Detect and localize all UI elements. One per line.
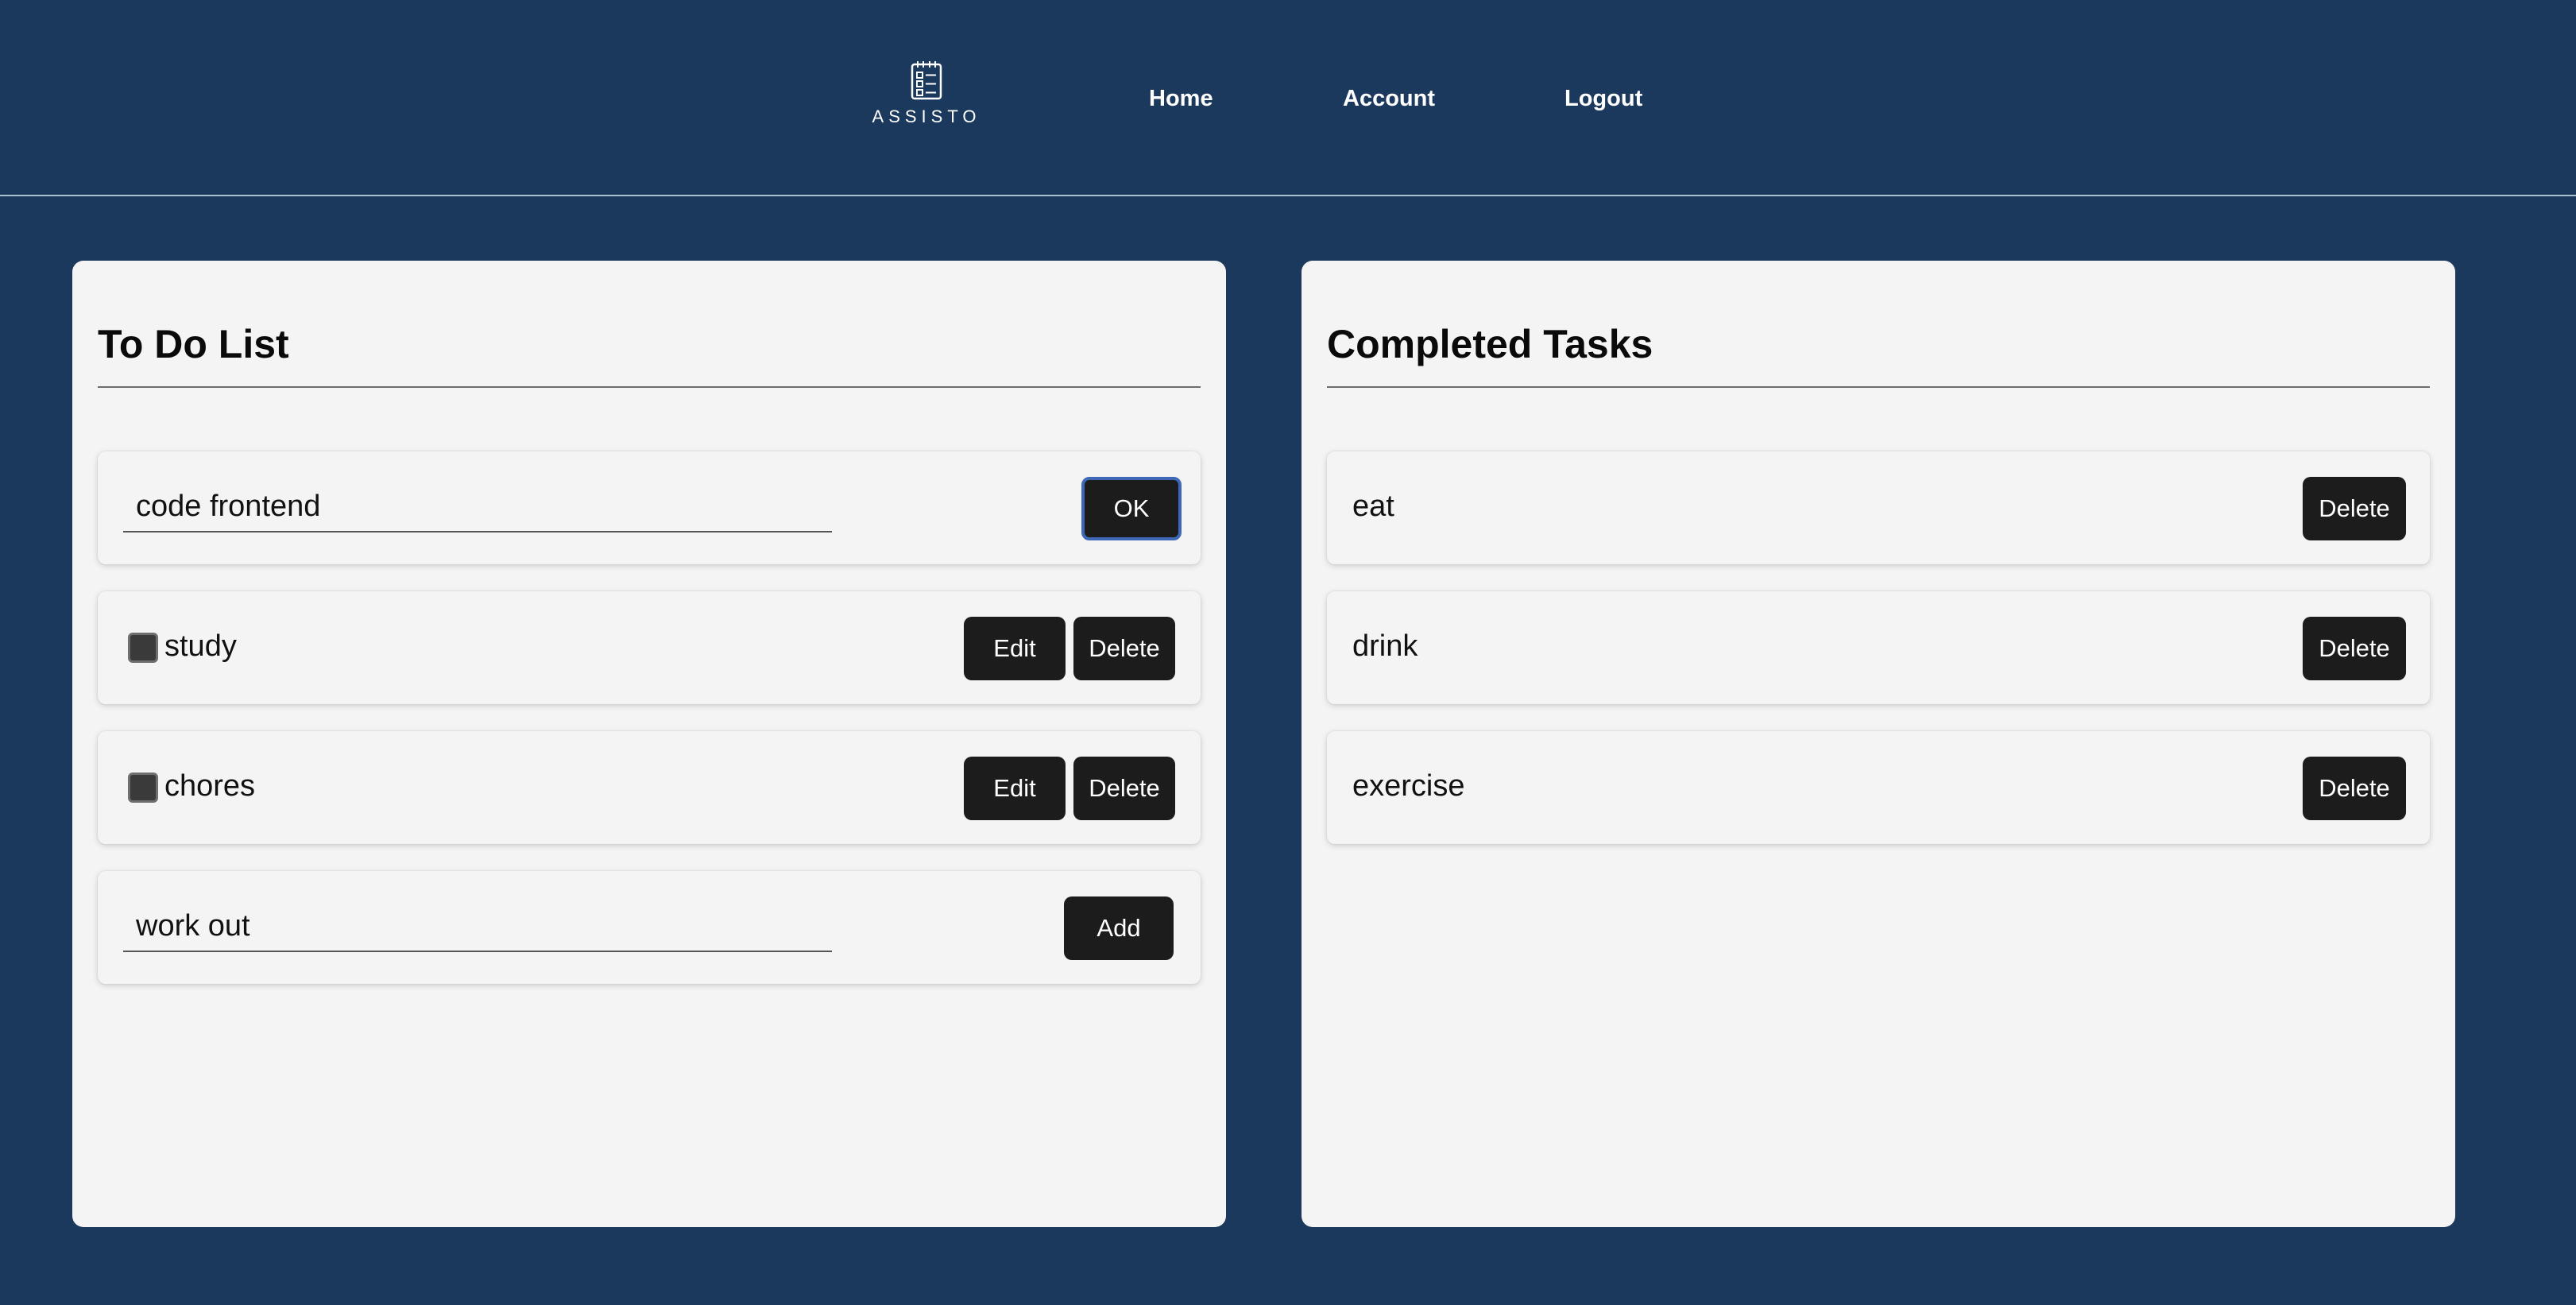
- delete-button[interactable]: Delete: [1073, 757, 1175, 820]
- task-edit-row: OK: [98, 451, 1201, 564]
- nav-account-link[interactable]: Account: [1343, 86, 1435, 112]
- app-logo[interactable]: ASSISTO: [871, 60, 982, 127]
- nav-logout-link[interactable]: Logout: [1565, 86, 1642, 112]
- task-row: study Edit Delete: [98, 591, 1201, 704]
- delete-button[interactable]: Delete: [1073, 617, 1175, 680]
- completed-task-label: exercise: [1352, 769, 1465, 803]
- delete-button[interactable]: Delete: [2303, 477, 2406, 540]
- edit-task-input[interactable]: [123, 482, 832, 532]
- task-row: chores Edit Delete: [98, 731, 1201, 844]
- completed-task-label: eat: [1352, 490, 1394, 523]
- todo-title-divider: [98, 386, 1201, 388]
- new-task-input[interactable]: [123, 901, 832, 952]
- task-label: chores: [164, 769, 256, 803]
- new-task-row: Add: [98, 871, 1201, 984]
- completed-title: Completed Tasks: [1327, 322, 1654, 366]
- checklist-notepad-icon: [911, 61, 942, 100]
- add-button[interactable]: Add: [1064, 896, 1174, 960]
- edit-button[interactable]: Edit: [964, 617, 1066, 680]
- edit-button[interactable]: Edit: [964, 757, 1066, 820]
- completed-task-row: exercise Delete: [1327, 731, 2430, 844]
- delete-button[interactable]: Delete: [2303, 757, 2406, 820]
- completed-task-label: drink: [1352, 629, 1418, 663]
- task-checkbox[interactable]: [128, 633, 158, 663]
- task-checkbox[interactable]: [128, 773, 158, 803]
- top-header: ASSISTO Home Account Logout: [0, 0, 2576, 196]
- completed-task-row: drink Delete: [1327, 591, 2430, 704]
- completed-task-row: eat Delete: [1327, 451, 2430, 564]
- todo-title: To Do List: [98, 322, 289, 366]
- task-label: study: [164, 629, 237, 663]
- logo-wordmark: ASSISTO: [872, 106, 981, 126]
- nav-home-link[interactable]: Home: [1149, 86, 1213, 112]
- completed-panel: Completed Tasks eat Delete drink Delete …: [1302, 261, 2455, 1227]
- completed-title-divider: [1327, 386, 2430, 388]
- todo-panel: To Do List OK study Edit Delete chores E…: [72, 261, 1226, 1227]
- ok-button[interactable]: OK: [1081, 477, 1182, 540]
- delete-button[interactable]: Delete: [2303, 617, 2406, 680]
